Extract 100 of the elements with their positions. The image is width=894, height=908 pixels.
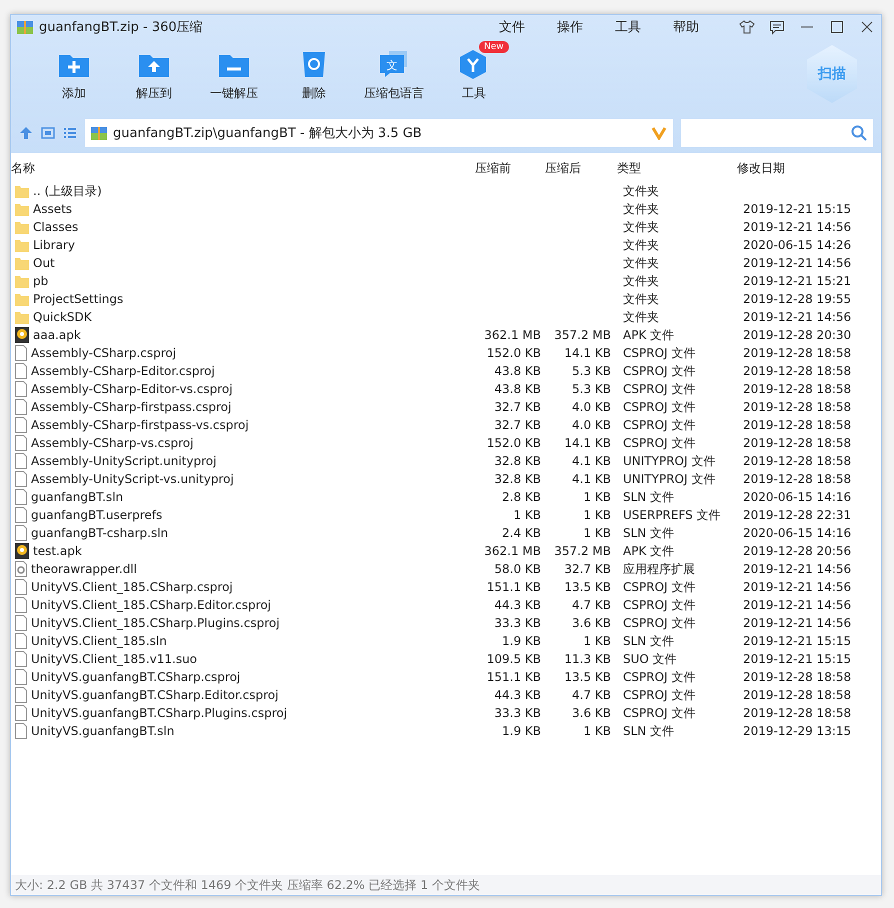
type-cell-text: CSPROJ 文件 [622, 686, 696, 704]
date-cell-text: 2019-12-28 18:58 [742, 382, 852, 396]
file-icon [15, 615, 27, 631]
file-name-cell[interactable]: .. (上级目录) [11, 182, 471, 200]
menu-item[interactable]: 帮助 [673, 18, 699, 36]
file-name-cell[interactable]: Classes [11, 220, 471, 234]
file-name-cell[interactable]: Assembly-CSharp-firstpass-vs.csproj [11, 417, 471, 433]
column-header[interactable]: 压缩前 [471, 160, 541, 176]
size-cell-text: 109.5 KB [486, 652, 541, 666]
path-field[interactable]: guanfangBT.zip\guanfangBT - 解包大小为 3.5 GB [85, 119, 673, 147]
file-name-cell[interactable]: guanfangBT.userprefs [11, 507, 471, 523]
close-icon[interactable] [859, 19, 875, 35]
type-cell-text: 文件夹 [622, 236, 660, 254]
toolbar-button[interactable]: 一键解压 [195, 39, 273, 102]
packed-size-cell-text: 357.2 MB [553, 544, 611, 558]
feedback-icon[interactable] [769, 19, 785, 35]
file-name-cell[interactable]: UnityVS.guanfangBT.CSharp.Editor.csproj [11, 687, 471, 703]
thumbnail-view-icon[interactable] [41, 126, 55, 140]
size-cell-text: 2.8 KB [501, 490, 541, 504]
shirt-icon[interactable] [739, 19, 755, 35]
date-cell-text: 2019-12-21 14:56 [742, 562, 852, 576]
packed-size-cell-text: 14.1 KB [563, 436, 611, 450]
file-name-cell[interactable]: Assembly-UnityScript.unityproj [11, 453, 471, 469]
type-cell-text: 文件夹 [622, 200, 660, 218]
packed-size-cell-text: 1 KB [582, 526, 611, 540]
toolbar-button[interactable]: New 工具 [435, 39, 513, 102]
file-name-cell[interactable]: UnityVS.Client_185.v11.suo [11, 651, 471, 667]
maximize-icon[interactable] [829, 19, 845, 35]
type-cell-text: SLN 文件 [622, 632, 676, 650]
column-header[interactable]: 压缩后 [541, 160, 611, 176]
file-icon [15, 597, 27, 613]
type-cell-text: CSPROJ 文件 [622, 398, 696, 416]
date-cell-text: 2019-12-28 18:58 [742, 364, 852, 378]
file-name-cell[interactable]: Assembly-UnityScript-vs.unityproj [11, 471, 471, 487]
column-header[interactable]: 类型 [611, 160, 731, 176]
file-icon [15, 417, 27, 433]
column-header[interactable]: 名称 [11, 160, 471, 176]
file-name-cell[interactable]: UnityVS.Client_185.CSharp.csproj [11, 579, 471, 595]
toolbar-button[interactable]: 删除 [275, 39, 353, 102]
size-cell-text: 1.9 KB [501, 634, 541, 648]
column-header[interactable]: 修改日期 [731, 160, 881, 176]
file-name-cell[interactable]: Assembly-CSharp-firstpass.csproj [11, 399, 471, 415]
type-cell-text: CSPROJ 文件 [622, 344, 696, 362]
file-name-cell[interactable]: guanfangBT.sln [11, 489, 471, 505]
packed-size-cell-text: 3.6 KB [571, 616, 611, 630]
date-cell-text: 2019-12-21 14:56 [742, 310, 852, 324]
date-cell-text: 2019-12-28 19:55 [742, 292, 852, 306]
file-name-cell[interactable]: Assembly-CSharp-vs.csproj [11, 435, 471, 451]
file-name-cell[interactable]: Assembly-CSharp-Editor.csproj [11, 363, 471, 379]
folder-icon [15, 274, 29, 288]
type-cell-text: APK 文件 [622, 326, 676, 344]
file-name-cell[interactable]: Out [11, 256, 471, 270]
packed-size-cell-text: 4.0 KB [571, 418, 611, 432]
type-cell-text: SUO 文件 [622, 650, 678, 668]
date-cell-text: 2020-06-15 14:26 [742, 238, 852, 252]
type-cell-text: CSPROJ 文件 [622, 614, 696, 632]
type-cell-text: CSPROJ 文件 [622, 596, 696, 614]
size-cell-text: 33.3 KB [493, 616, 541, 630]
menu-item[interactable]: 文件 [499, 18, 525, 36]
type-cell-text: 文件夹 [622, 254, 660, 272]
file-name-cell[interactable]: guanfangBT-csharp.sln [11, 525, 471, 541]
file-name-cell[interactable]: UnityVS.guanfangBT.CSharp.csproj [11, 669, 471, 685]
menu-item[interactable]: 工具 [615, 18, 641, 36]
file-name-cell[interactable]: test.apk [11, 543, 471, 559]
type-cell-text: CSPROJ 文件 [622, 380, 696, 398]
menu-item[interactable]: 操作 [557, 18, 583, 36]
file-name-cell[interactable]: UnityVS.guanfangBT.CSharp.Plugins.csproj [11, 705, 471, 721]
date-cell-text: 2019-12-21 15:21 [742, 274, 852, 288]
file-name-cell[interactable]: UnityVS.Client_185.CSharp.Plugins.csproj [11, 615, 471, 631]
type-cell-text: 文件夹 [622, 218, 660, 236]
type-cell-text: CSPROJ 文件 [622, 704, 696, 722]
gear-file-icon [15, 561, 27, 577]
date-cell-text: 2019-12-21 14:56 [742, 220, 852, 234]
size-cell-text: 32.7 KB [493, 418, 541, 432]
toolbar-button[interactable]: 解压到 [115, 39, 193, 102]
file-name-cell[interactable]: Library [11, 238, 471, 252]
size-cell-text: 33.3 KB [493, 706, 541, 720]
file-name-cell[interactable]: theorawrapper.dll [11, 561, 471, 577]
file-name-cell[interactable]: Assembly-CSharp-Editor-vs.csproj [11, 381, 471, 397]
packed-size-cell-text: 357.2 MB [553, 328, 611, 342]
file-name-cell[interactable]: QuickSDK [11, 310, 471, 324]
file-name-cell[interactable]: aaa.apk [11, 327, 471, 343]
search-field[interactable] [681, 119, 873, 147]
file-name-cell[interactable]: ProjectSettings [11, 292, 471, 306]
file-icon [15, 705, 27, 721]
date-cell-text: 2019-12-28 18:58 [742, 400, 852, 414]
packed-size-cell-text: 11.3 KB [563, 652, 611, 666]
file-name-cell[interactable]: UnityVS.Client_185.CSharp.Editor.csproj [11, 597, 471, 613]
file-name-cell[interactable]: Assets [11, 202, 471, 216]
date-cell-text: 2019-12-21 14:56 [742, 598, 852, 612]
size-cell-text: 44.3 KB [493, 598, 541, 612]
file-name-cell[interactable]: UnityVS.guanfangBT.sln [11, 723, 471, 739]
file-name-cell[interactable]: UnityVS.Client_185.sln [11, 633, 471, 649]
file-name-cell[interactable]: pb [11, 274, 471, 288]
type-cell-text: 文件夹 [622, 272, 660, 290]
type-cell-text: UNITYPROJ 文件 [622, 470, 716, 488]
toolbar-button[interactable]: 添加 [35, 39, 113, 102]
toolbar-button[interactable]: 文 压缩包语言 [355, 39, 433, 102]
file-name-cell[interactable]: Assembly-CSharp.csproj [11, 345, 471, 361]
type-cell-text: 应用程序扩展 [622, 560, 696, 578]
